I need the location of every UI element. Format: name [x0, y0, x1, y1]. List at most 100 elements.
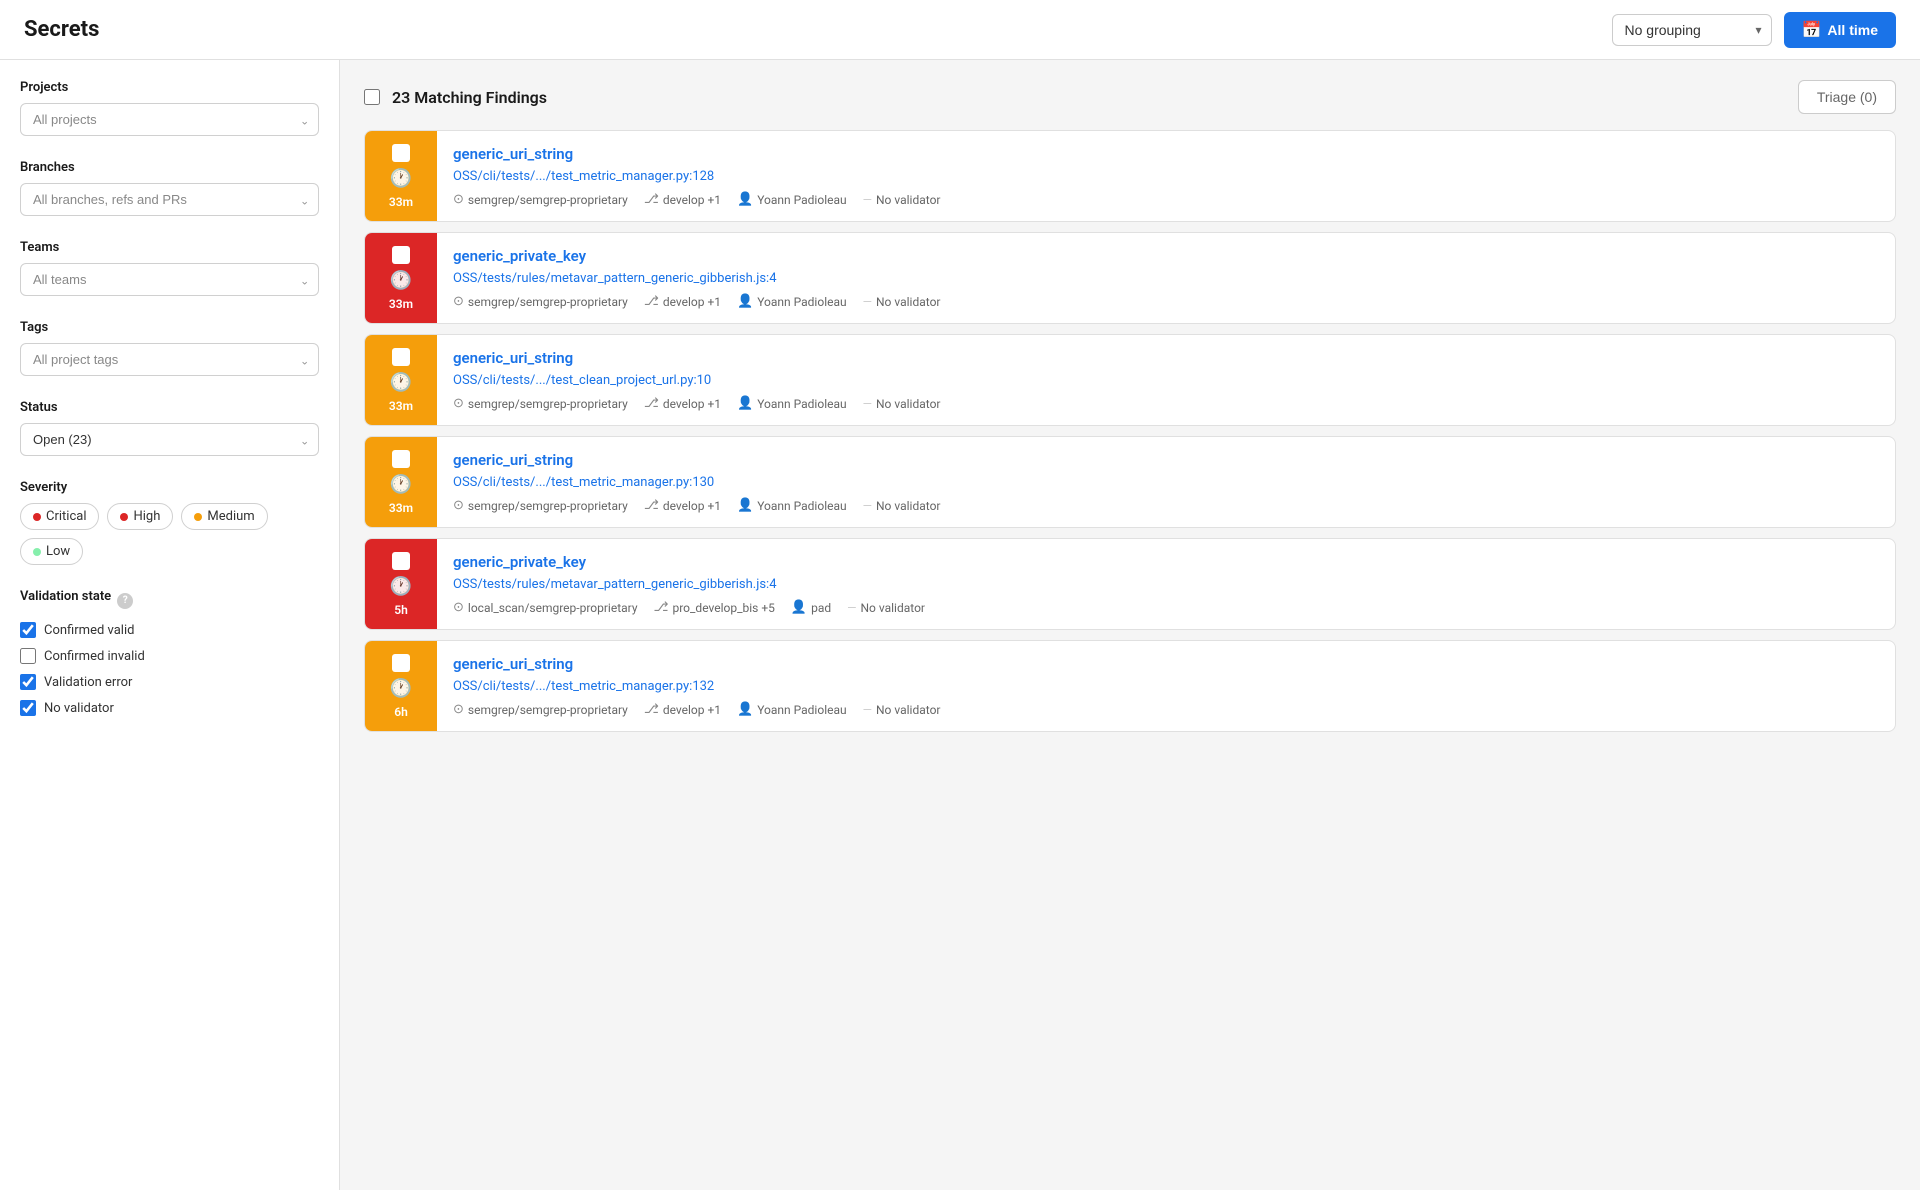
finding-title[interactable]: generic_private_key: [453, 553, 1879, 571]
severity-pill-low[interactable]: Low: [20, 538, 83, 565]
repo-meta: ⊙ semgrep/semgrep-proprietary: [453, 294, 628, 309]
low-dot: [33, 548, 41, 556]
finding-meta: ⊙ semgrep/semgrep-proprietary ⎇ develop …: [453, 294, 1879, 309]
branches-label: Branches: [20, 160, 319, 175]
high-dot: [120, 513, 128, 521]
teams-filter: Teams All teams: [20, 240, 319, 296]
finding-card: 🕐 5h generic_private_key OSS/tests/rules…: [364, 538, 1896, 630]
status-select[interactable]: Open (23): [20, 423, 319, 456]
app-header: Secrets No grouping By rule By repositor…: [0, 0, 1920, 60]
branch-meta: ⎇ develop +1: [644, 396, 721, 411]
no-validator-checkbox[interactable]: [20, 700, 36, 716]
finding-content: generic_uri_string OSS/cli/tests/.../tes…: [437, 131, 1895, 221]
confirmed-valid-checkbox[interactable]: [20, 622, 36, 638]
finding-title[interactable]: generic_uri_string: [453, 349, 1879, 367]
sidebar: Projects All projects Branches All branc…: [0, 60, 340, 1190]
validation-help-icon[interactable]: ?: [117, 593, 133, 609]
triage-button[interactable]: Triage (0): [1798, 80, 1896, 114]
finding-path[interactable]: OSS/cli/tests/.../test_metric_manager.py…: [453, 679, 1879, 694]
branch-meta: ⎇ develop +1: [644, 498, 721, 513]
branch-name: pro_develop_bis +5: [672, 601, 774, 615]
validation-error-label: Validation error: [44, 675, 132, 690]
repo-icon: ⊙: [453, 498, 464, 513]
finding-title[interactable]: generic_private_key: [453, 247, 1879, 265]
branches-select[interactable]: All branches, refs and PRs: [20, 183, 319, 216]
content-area: 23 Matching Findings Triage (0) 🕐 33m ge…: [340, 60, 1920, 1190]
validation-label-row: Validation state ?: [20, 589, 319, 612]
findings-list: 🕐 33m generic_uri_string OSS/cli/tests/.…: [364, 130, 1896, 732]
finding-time: 33m: [389, 399, 413, 413]
repo-name: semgrep/semgrep-proprietary: [468, 397, 628, 411]
finding-badge: 🕐 33m: [365, 233, 437, 323]
high-label: High: [133, 509, 160, 524]
finding-title[interactable]: generic_uri_string: [453, 145, 1879, 163]
finding-meta: ⊙ semgrep/semgrep-proprietary ⎇ develop …: [453, 396, 1879, 411]
all-time-button[interactable]: 📅 All time: [1784, 12, 1897, 48]
finding-checkbox[interactable]: [392, 348, 410, 366]
finding-checkbox[interactable]: [392, 246, 410, 264]
validation-confirmed-invalid-row: Confirmed invalid: [20, 648, 319, 664]
projects-label: Projects: [20, 80, 319, 95]
author-icon: 👤: [737, 702, 753, 717]
finding-card: 🕐 6h generic_uri_string OSS/cli/tests/..…: [364, 640, 1896, 732]
finding-checkbox[interactable]: [392, 144, 410, 162]
finding-badge: 🕐 33m: [365, 335, 437, 425]
validation-error-checkbox[interactable]: [20, 674, 36, 690]
validator-meta: — No validator: [847, 601, 925, 615]
tags-select-wrapper: All project tags: [20, 343, 319, 376]
finding-meta: ⊙ semgrep/semgrep-proprietary ⎇ develop …: [453, 498, 1879, 513]
finding-path[interactable]: OSS/tests/rules/metavar_pattern_generic_…: [453, 577, 1879, 592]
finding-checkbox[interactable]: [392, 450, 410, 468]
tags-filter: Tags All project tags: [20, 320, 319, 376]
severity-label: Severity: [20, 480, 319, 495]
status-label: Status: [20, 400, 319, 415]
branch-icon: ⎇: [644, 498, 659, 513]
severity-pill-critical[interactable]: Critical: [20, 503, 99, 530]
finding-content: generic_private_key OSS/tests/rules/meta…: [437, 539, 1895, 629]
confirmed-invalid-checkbox[interactable]: [20, 648, 36, 664]
author-name: Yoann Padioleau: [757, 499, 846, 513]
repo-icon: ⊙: [453, 294, 464, 309]
author-icon: 👤: [791, 600, 807, 615]
teams-select[interactable]: All teams: [20, 263, 319, 296]
finding-badge: 🕐 33m: [365, 437, 437, 527]
finding-checkbox[interactable]: [392, 654, 410, 672]
low-label: Low: [46, 544, 70, 559]
finding-path[interactable]: OSS/cli/tests/.../test_metric_manager.py…: [453, 475, 1879, 490]
finding-path[interactable]: OSS/cli/tests/.../test_clean_project_url…: [453, 373, 1879, 388]
select-all-checkbox[interactable]: [364, 89, 380, 105]
grouping-select[interactable]: No grouping By rule By repository: [1612, 14, 1772, 46]
finding-time: 33m: [389, 195, 413, 209]
branch-icon: ⎇: [644, 294, 659, 309]
finding-checkbox[interactable]: [392, 552, 410, 570]
validator-meta: — No validator: [863, 295, 941, 309]
repo-icon: ⊙: [453, 600, 464, 615]
severity-pill-high[interactable]: High: [107, 503, 173, 530]
finding-title[interactable]: generic_uri_string: [453, 655, 1879, 673]
repo-icon: ⊙: [453, 702, 464, 717]
author-icon: 👤: [737, 396, 753, 411]
clock-icon: 🕐: [390, 474, 412, 495]
finding-title[interactable]: generic_uri_string: [453, 451, 1879, 469]
validation-confirmed-valid-row: Confirmed valid: [20, 622, 319, 638]
tags-select[interactable]: All project tags: [20, 343, 319, 376]
projects-select[interactable]: All projects: [20, 103, 319, 136]
finding-path[interactable]: OSS/cli/tests/.../test_metric_manager.py…: [453, 169, 1879, 184]
branch-name: develop +1: [663, 499, 721, 513]
finding-content: generic_private_key OSS/tests/rules/meta…: [437, 233, 1895, 323]
validator-meta: — No validator: [863, 499, 941, 513]
validator-meta: — No validator: [863, 397, 941, 411]
branch-meta: ⎇ develop +1: [644, 192, 721, 207]
clock-icon: 🕐: [390, 372, 412, 393]
validator-value: No validator: [876, 295, 940, 309]
repo-icon: ⊙: [453, 192, 464, 207]
clock-icon: 🕐: [390, 270, 412, 291]
no-validator-label: No validator: [44, 701, 114, 716]
repo-meta: ⊙ semgrep/semgrep-proprietary: [453, 192, 628, 207]
teams-select-wrapper: All teams: [20, 263, 319, 296]
medium-dot: [194, 513, 202, 521]
finding-path[interactable]: OSS/tests/rules/metavar_pattern_generic_…: [453, 271, 1879, 286]
finding-card: 🕐 33m generic_uri_string OSS/cli/tests/.…: [364, 436, 1896, 528]
severity-pill-medium[interactable]: Medium: [181, 503, 267, 530]
finding-badge: 🕐 6h: [365, 641, 437, 731]
